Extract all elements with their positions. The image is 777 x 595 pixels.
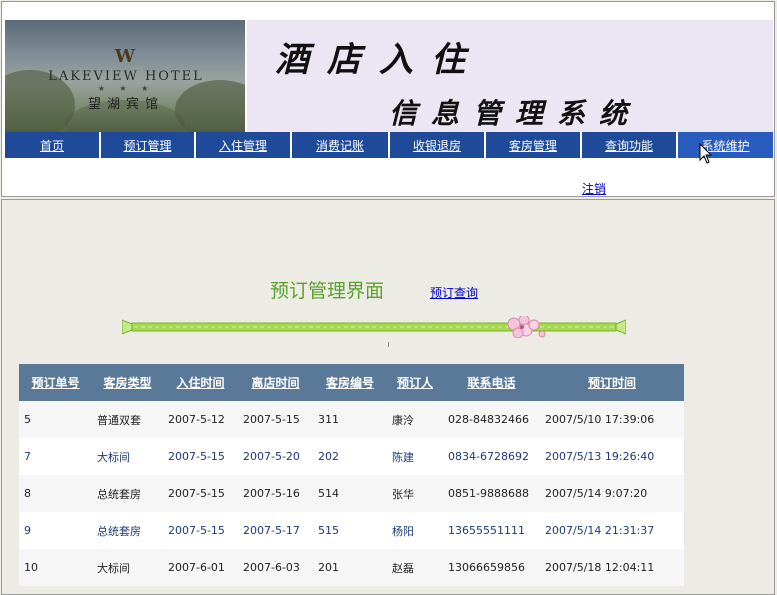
cell-booking-time: 2007/5/14 21:31:37 — [545, 524, 655, 537]
cell-room-type: 普通双套 — [97, 413, 141, 427]
top-frame: W LAKEVIEW HOTEL ★ ★ ★ 望湖宾馆 酒店入住 信息管理系统 … — [1, 1, 775, 197]
cell-checkin-date: 2007-5-15 — [168, 524, 225, 537]
nav-link-home[interactable]: 首页 — [40, 137, 64, 154]
banner: W LAKEVIEW HOTEL ★ ★ ★ 望湖宾馆 酒店入住 信息管理系统 — [5, 20, 773, 132]
col-header-room-type[interactable]: 客房类型 — [92, 374, 163, 391]
nav-link-query[interactable]: 查询功能 — [605, 137, 653, 154]
nav-link-rooms[interactable]: 客房管理 — [509, 137, 557, 154]
system-title-line2: 信息管理系统 — [389, 97, 642, 130]
cell-checkout-date: 2007-5-17 — [243, 524, 300, 537]
table-row: 10 大标间 2007-6-01 2007-6-03 201 赵磊 130666… — [19, 549, 684, 586]
nav-link-checkin[interactable]: 入住管理 — [219, 137, 267, 154]
logout-link[interactable]: 注销 — [582, 180, 606, 197]
nav-item-reservation[interactable]: 预订管理 — [101, 132, 196, 158]
mouse-cursor-icon — [699, 143, 713, 164]
hotel-logo: W LAKEVIEW HOTEL ★ ★ ★ 望湖宾馆 — [21, 46, 231, 112]
main-frame: 预订管理界面 预订查询 预订单号 客房类型 入住时间 离店时间 客房编号 预订人… — [1, 199, 775, 595]
col-header-phone[interactable]: 联系电话 — [443, 374, 540, 391]
table-header: 预订单号 客房类型 入住时间 离店时间 客房编号 预订人 联系电话 预订时间 — [19, 364, 684, 401]
system-title-line1: 酒店入住 — [275, 40, 483, 80]
logo-name: LAKEVIEW HOTEL — [48, 69, 204, 84]
cell-booking-time: 2007/5/13 19:26:40 — [545, 450, 655, 463]
cell-checkin-date: 2007-5-15 — [168, 487, 225, 500]
cell-phone: 0834-6728692 — [448, 450, 529, 463]
nav-item-consumption[interactable]: 消费记账 — [292, 132, 390, 158]
reservation-table: 预订单号 客房类型 入住时间 离店时间 客房编号 预订人 联系电话 预订时间 5… — [19, 364, 684, 586]
table-row: 7 大标间 2007-5-15 2007-5-20 202 陈建 0834-67… — [19, 438, 684, 475]
nav-item-checkin[interactable]: 入住管理 — [196, 132, 292, 158]
cell-guest: 陈建 — [392, 450, 414, 464]
hotel-photo: W LAKEVIEW HOTEL ★ ★ ★ 望湖宾馆 — [5, 20, 245, 132]
cell-booking-time: 2007/5/18 12:04:11 — [545, 561, 655, 574]
cell-guest: 康泠 — [392, 413, 414, 427]
cell-room-type: 总统套房 — [97, 487, 141, 501]
cell-checkin-date: 2007-5-12 — [168, 413, 225, 426]
col-header-checkin-date[interactable]: 入住时间 — [163, 374, 238, 391]
nav-link-consumption[interactable]: 消费记账 — [316, 137, 364, 154]
main-nav: 首页 预订管理 入住管理 消费记账 收银退房 客房管理 查询功能 系统维护 — [5, 132, 773, 158]
table-row: 5 普通双套 2007-5-12 2007-5-15 311 康泠 028-84… — [19, 401, 684, 438]
cell-guest: 张华 — [392, 487, 414, 501]
cell-checkin-date: 2007-6-01 — [168, 561, 225, 574]
logo-stars: ★ ★ ★ — [97, 84, 155, 93]
cell-order-no: 7 — [24, 450, 31, 463]
nav-item-checkout[interactable]: 收银退房 — [390, 132, 486, 158]
page-title: 预订管理界面 — [270, 280, 385, 302]
cell-room-no: 202 — [318, 450, 339, 463]
cell-room-no: 514 — [318, 487, 339, 500]
cell-order-no: 9 — [24, 524, 31, 537]
nav-item-query[interactable]: 查询功能 — [582, 132, 678, 158]
divider-mark — [388, 342, 389, 347]
cell-checkout-date: 2007-5-20 — [243, 450, 300, 463]
cell-room-type: 总统套房 — [97, 524, 141, 538]
cell-phone: 028-84832466 — [448, 413, 529, 426]
nav-item-maintenance[interactable]: 系统维护 — [678, 132, 773, 158]
cell-order-no: 5 — [24, 413, 31, 426]
cell-guest: 赵磊 — [392, 561, 414, 575]
cell-checkout-date: 2007-6-03 — [243, 561, 300, 574]
table-row: 8 总统套房 2007-5-15 2007-5-16 514 张华 0851-9… — [19, 475, 684, 512]
nav-item-rooms[interactable]: 客房管理 — [486, 132, 582, 158]
system-title-panel: 酒店入住 信息管理系统 — [247, 20, 773, 132]
logo-mark-icon: W — [114, 46, 138, 67]
cell-room-type: 大标间 — [97, 450, 130, 464]
cell-booking-time: 2007/5/14 9:07:20 — [545, 487, 648, 500]
col-header-booking-time[interactable]: 预订时间 — [540, 374, 684, 391]
nav-link-checkout[interactable]: 收银退房 — [413, 137, 461, 154]
col-header-room-no[interactable]: 客房编号 — [313, 374, 387, 391]
cell-order-no: 8 — [24, 487, 31, 500]
col-header-order-no[interactable]: 预订单号 — [19, 374, 92, 391]
cell-checkin-date: 2007-5-15 — [168, 450, 225, 463]
col-header-guest[interactable]: 预订人 — [387, 374, 443, 391]
nav-link-reservation[interactable]: 预订管理 — [123, 137, 171, 154]
col-header-checkout-date[interactable]: 离店时间 — [238, 374, 313, 391]
cell-booking-time: 2007/5/10 17:39:06 — [545, 413, 655, 426]
table-row: 9 总统套房 2007-5-15 2007-5-17 515 杨阳 136555… — [19, 512, 684, 549]
cell-phone: 13655551111 — [448, 524, 525, 537]
logo-cn-name: 望湖宾馆 — [87, 97, 164, 112]
cell-checkout-date: 2007-5-15 — [243, 413, 300, 426]
cell-phone: 0851-9888688 — [448, 487, 529, 500]
cell-room-no: 311 — [318, 413, 339, 426]
cell-room-no: 515 — [318, 524, 339, 537]
nav-item-home[interactable]: 首页 — [5, 132, 101, 158]
cell-phone: 13066659856 — [448, 561, 525, 574]
reservation-query-link[interactable]: 预订查询 — [430, 284, 478, 301]
cell-checkout-date: 2007-5-16 — [243, 487, 300, 500]
cell-room-type: 大标间 — [97, 561, 130, 575]
cell-order-no: 10 — [24, 561, 38, 574]
cell-guest: 杨阳 — [392, 524, 414, 538]
decorative-divider — [122, 316, 626, 338]
cell-room-no: 201 — [318, 561, 339, 574]
